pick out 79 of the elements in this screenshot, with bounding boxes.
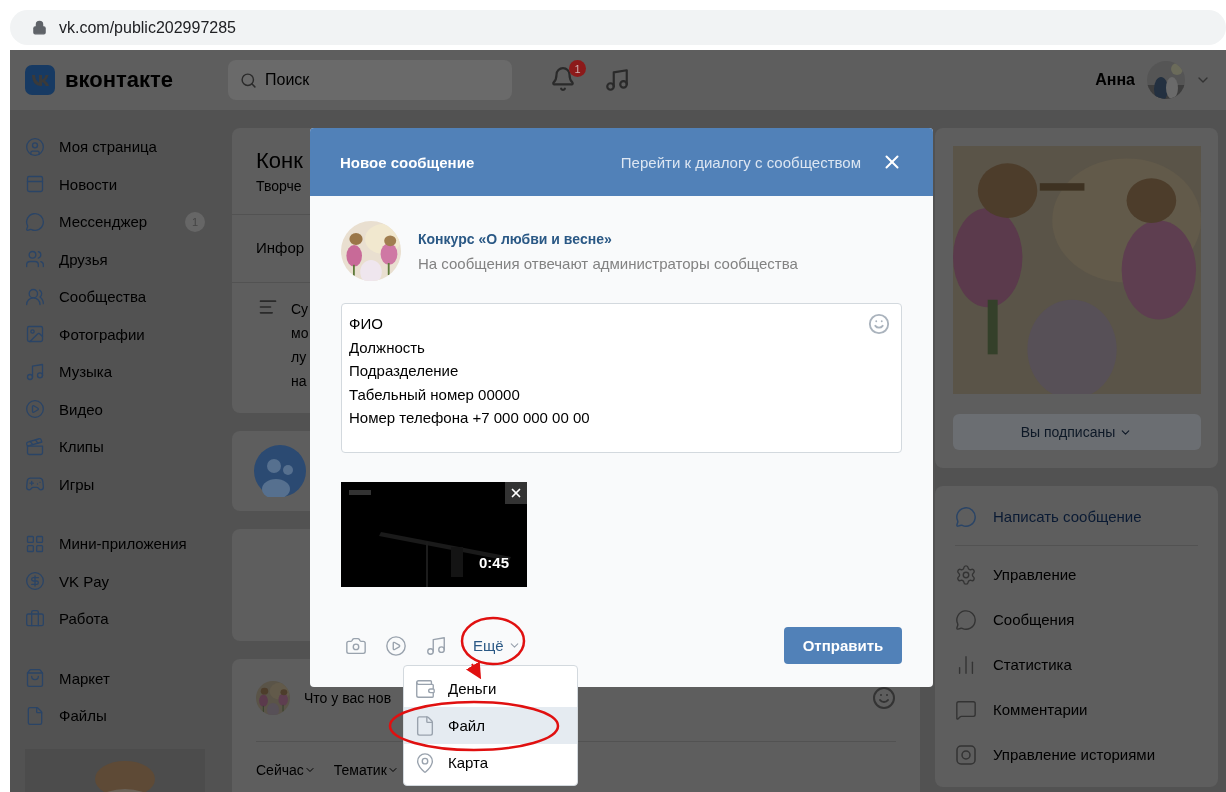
sidebar-item[interactable]: Видео	[25, 390, 215, 428]
close-icon	[509, 486, 523, 500]
video-icon[interactable]	[385, 634, 407, 657]
settings-icon	[955, 563, 977, 586]
sidebar-item[interactable]: Игры	[25, 465, 215, 503]
video-icon	[25, 399, 45, 420]
community-name[interactable]: Конкурс «О любви и весне»	[418, 230, 798, 247]
community-icon	[25, 286, 45, 307]
action-link[interactable]: Сообщения	[935, 597, 1218, 642]
sidebar-item[interactable]: Клипы	[25, 428, 215, 466]
news-icon	[25, 174, 45, 195]
music-icon[interactable]	[425, 634, 447, 657]
file-icon	[25, 705, 45, 726]
profile-icon	[25, 136, 45, 157]
text-icon	[258, 297, 278, 317]
photo-icon	[25, 324, 45, 345]
action-link[interactable]: Статистика	[935, 642, 1218, 687]
action-link[interactable]: Управление историями	[935, 732, 1218, 777]
bell-icon[interactable]	[550, 66, 576, 92]
sidebar-item[interactable]: Моя страница	[25, 128, 215, 166]
search-field[interactable]: Поиск	[228, 60, 512, 100]
info-tab[interactable]: Инфор	[256, 239, 305, 256]
apps-icon	[25, 533, 45, 554]
sidebar-item[interactable]: Файлы	[25, 697, 215, 735]
friends-icon	[25, 249, 45, 270]
search-icon	[240, 71, 257, 89]
feed-filter[interactable]: Сейчас	[256, 762, 316, 778]
menu-item[interactable]: Файл	[404, 707, 577, 744]
sidebar-item[interactable]: Маркет	[25, 659, 215, 697]
map-pin-icon	[414, 751, 436, 774]
sidebar-item[interactable]: Музыка	[25, 353, 215, 391]
briefcase-icon	[25, 608, 45, 629]
logo-text[interactable]: вконтакте	[65, 67, 173, 93]
user-name[interactable]: Анна	[1095, 71, 1135, 89]
dialog-link[interactable]: Перейти к диалогу с сообществом	[620, 153, 861, 171]
remove-button[interactable]	[505, 482, 527, 504]
sidebar-item[interactable]: Мини-приложения	[25, 525, 215, 563]
file-icon	[414, 714, 436, 737]
music-icon[interactable]	[604, 67, 630, 93]
sidebar-item[interactable]: Фотографии	[25, 315, 215, 353]
action-link[interactable]: Управление	[935, 552, 1218, 597]
sidebar-item[interactable]: Новости	[25, 165, 215, 203]
community-title: Конк	[256, 148, 303, 174]
chat-icon	[955, 608, 977, 631]
sidebar-item[interactable]: VK Pay	[25, 562, 215, 600]
action-link[interactable]: Комментарии	[935, 687, 1218, 732]
video-duration: 0:45	[478, 554, 509, 571]
action-link[interactable]: Написать сообщение	[935, 494, 1218, 539]
sidebar-item[interactable]: Сообщества	[25, 278, 215, 316]
subscribe-button[interactable]: Вы подписаны	[952, 414, 1201, 450]
sidebar-item[interactable]: Работа	[25, 600, 215, 638]
description-text: Су мо лу на	[291, 300, 309, 391]
chat-icon	[25, 211, 45, 232]
annotation-arrow	[466, 661, 482, 680]
post-field[interactable]: Что у вас нов	[304, 690, 392, 706]
address-bar[interactable]: vk.com/public202997285	[10, 10, 1226, 45]
dialog-title: Новое сообщение	[340, 153, 475, 171]
send-button[interactable]: Отправить	[784, 627, 902, 664]
sidebar-item[interactable]: Друзья	[25, 240, 215, 278]
message-field[interactable]: ФИО Должность Подразделение Табельный номер 00000 Номер телефона +7 000 000 00 00	[341, 303, 902, 453]
lock-icon	[32, 20, 47, 35]
feed-filter[interactable]: Тематик	[333, 762, 399, 778]
wallet-icon	[414, 677, 436, 700]
bag-icon	[25, 668, 45, 689]
highlight-ellipse	[460, 616, 526, 666]
avatar-icon	[254, 445, 306, 497]
clip-icon	[25, 436, 45, 457]
more-button[interactable]: Ещё	[473, 637, 521, 654]
notification-badge: 1	[569, 60, 586, 77]
chat-icon	[955, 505, 977, 528]
camera-icon	[955, 743, 977, 766]
coin-icon	[25, 571, 45, 592]
dialog-note: На сообщения отвечают администраторы сообщества	[418, 254, 798, 272]
community-subtitle: Творче	[256, 178, 302, 194]
url-text: vk.com/public202997285	[59, 18, 236, 37]
comment-icon	[955, 698, 977, 721]
logo-icon[interactable]	[25, 65, 55, 95]
music-icon	[25, 361, 45, 382]
smile-icon[interactable]	[872, 686, 896, 710]
